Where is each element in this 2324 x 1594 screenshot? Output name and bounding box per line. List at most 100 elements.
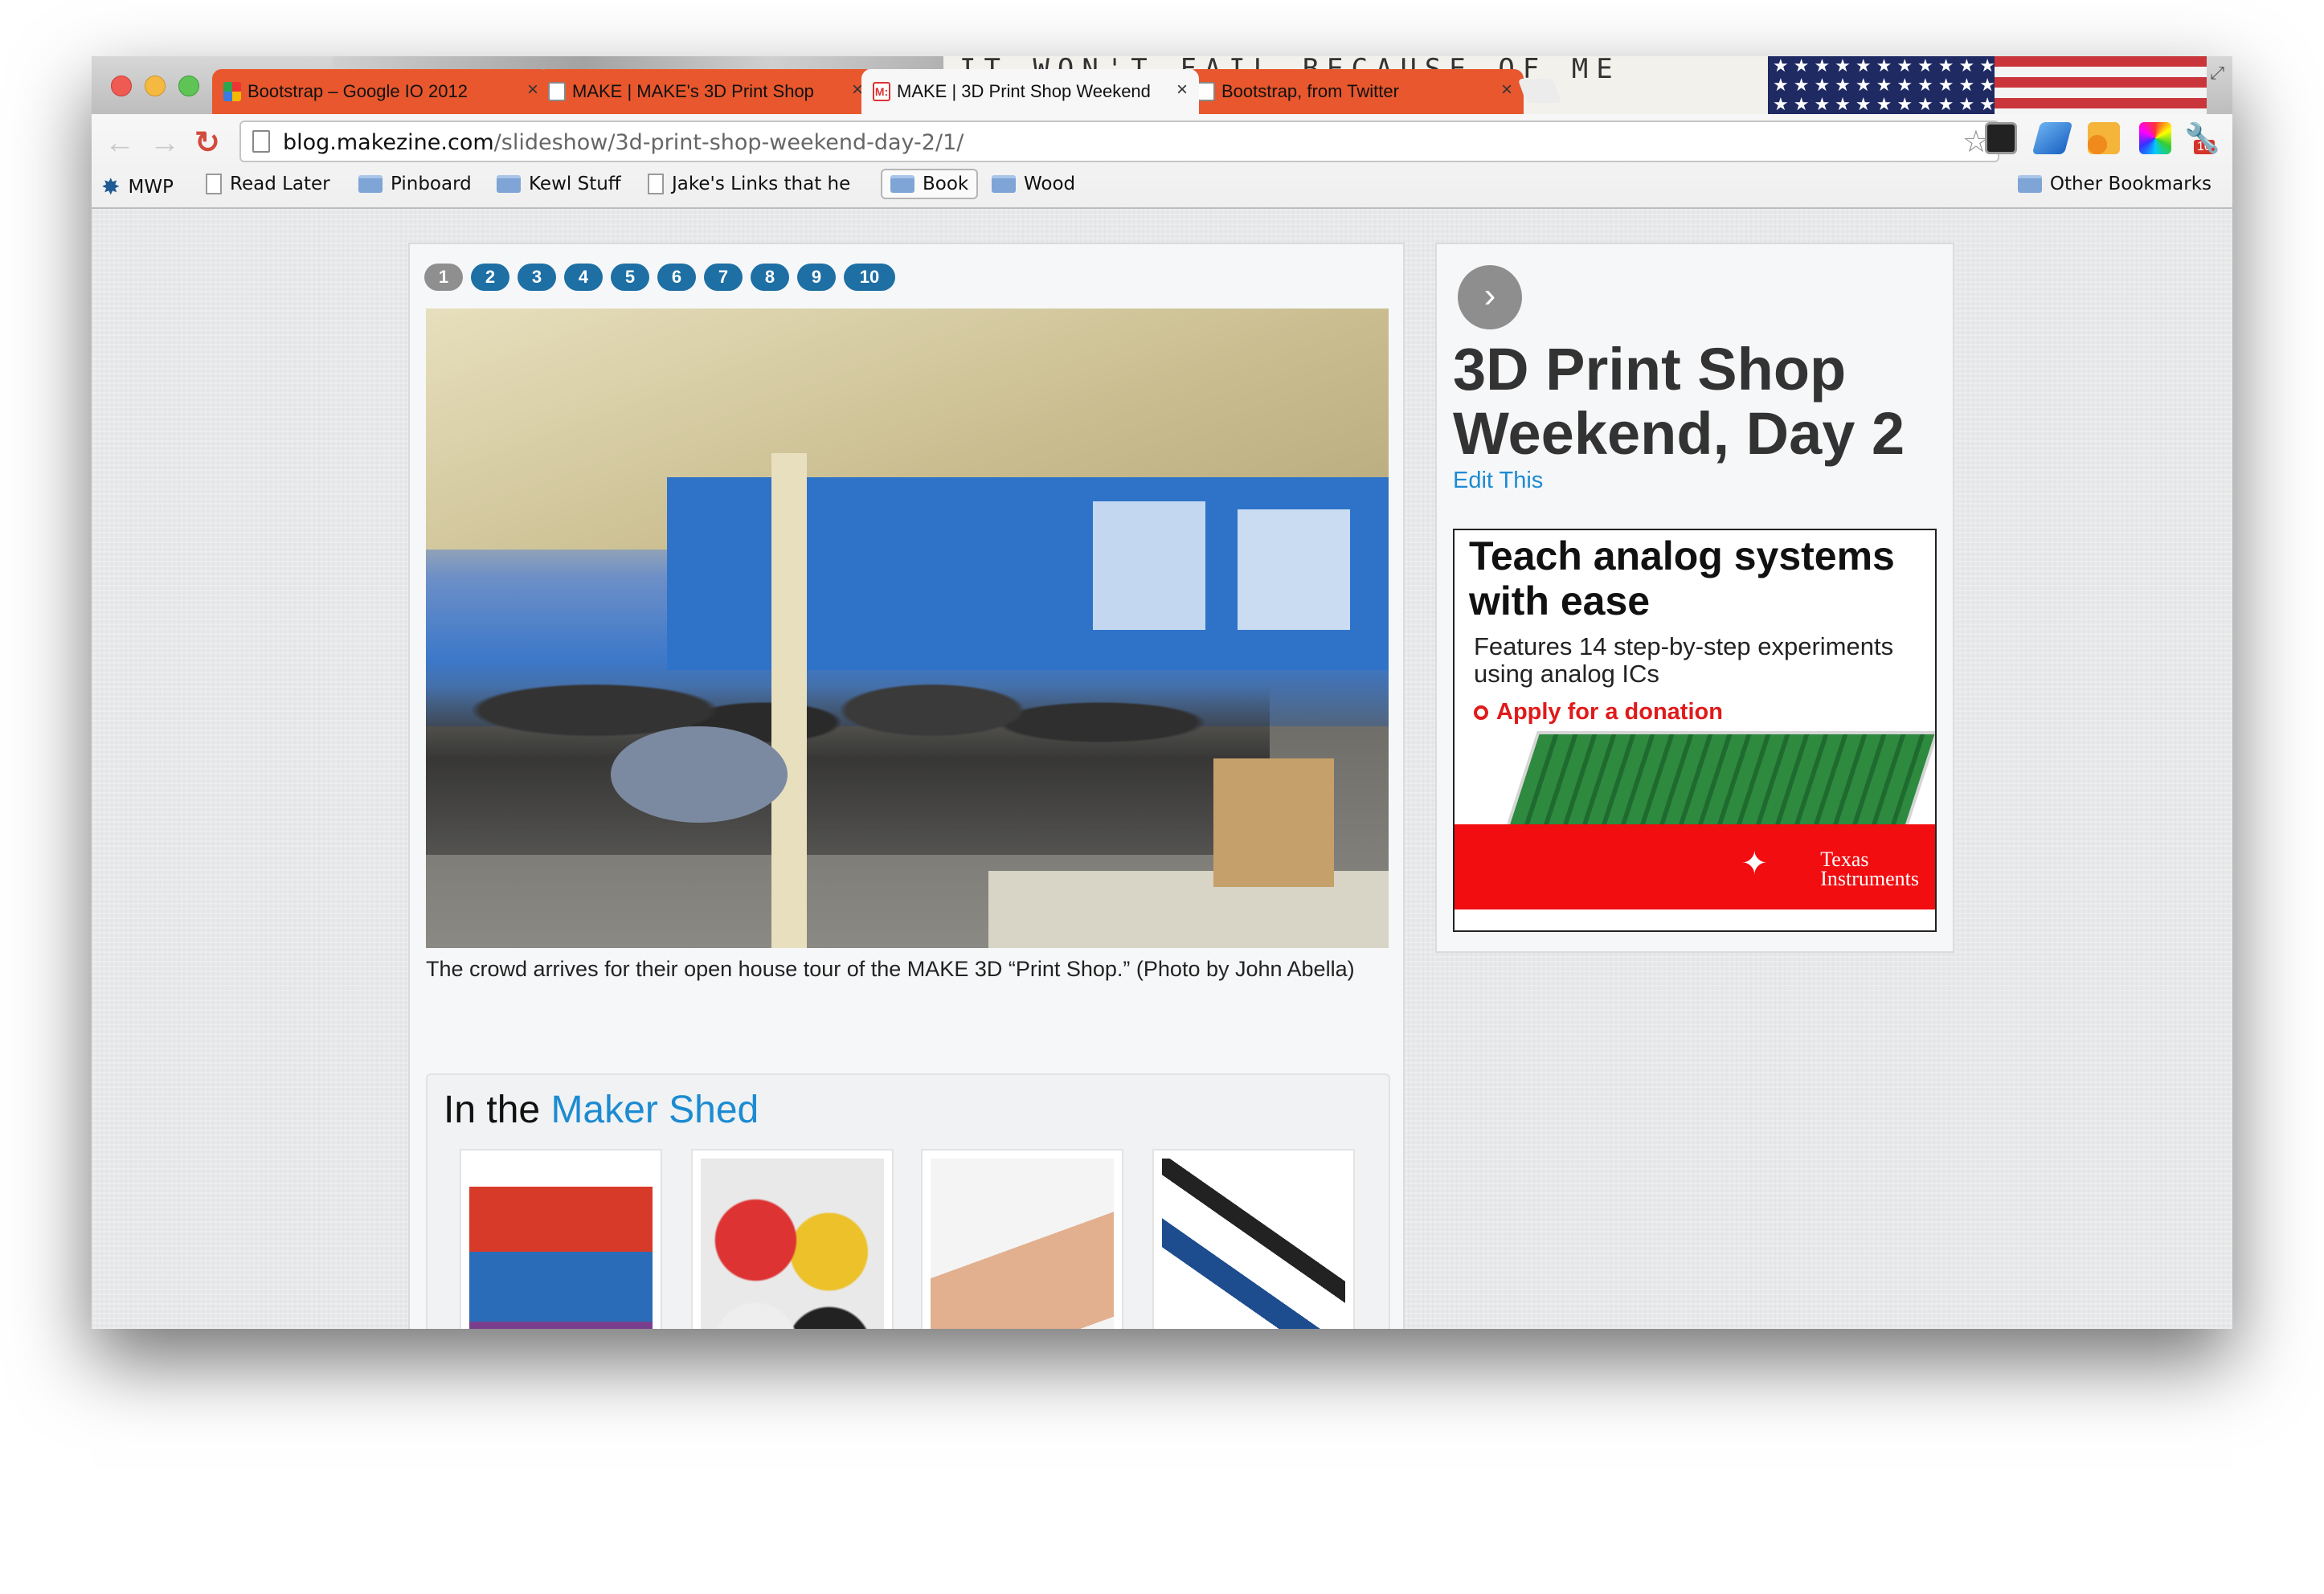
tab-title: Bootstrap – Google IO 2012 <box>248 81 468 101</box>
mwp-icon: ✸ <box>101 174 121 200</box>
edit-this-link[interactable]: Edit This <box>1453 468 1543 494</box>
page-button-5[interactable]: 5 <box>611 264 649 291</box>
folder-icon <box>497 175 521 193</box>
page-button-4[interactable]: 4 <box>564 264 603 291</box>
bookmark-label: Kewl Stuff <box>529 174 621 194</box>
bookmark-pinboard[interactable]: Pinboard <box>358 174 472 194</box>
product-image-pen-kit <box>1162 1159 1345 1329</box>
titlebar-theme-flag: ★★★★★★★★★★★★ ★★★★★★★★★★★★ ★★★★★★★★★★★★ <box>1768 56 2207 114</box>
maker-shed-box: In the Maker Shed <box>426 1073 1390 1329</box>
bookmark-book[interactable]: Book <box>881 169 979 199</box>
bookmark-label: Wood <box>1024 174 1076 194</box>
brand-line-2: Instruments <box>1820 867 1919 890</box>
title-bar: IT WON'T FAIL BECAUSE OF ME ★★★★★★★★★★★★… <box>92 56 2232 114</box>
extension-window-icon[interactable] <box>2031 122 2073 154</box>
bookmark-label: Jake's Links that he <box>672 174 851 194</box>
page-button-3[interactable]: 3 <box>518 264 556 291</box>
next-arrow-icon: › <box>1483 276 1496 315</box>
photo-caption: The crowd arrives for their open house t… <box>426 957 1355 981</box>
browser-window: IT WON'T FAIL BECAUSE OF ME ★★★★★★★★★★★★… <box>92 56 2232 1329</box>
browser-toolbar: ← → ↻ blog.makezine.com/slideshow/3d-pri… <box>92 114 2232 209</box>
bookmark-wood[interactable]: Wood <box>992 174 1075 194</box>
slide-pager: 1 2 3 4 5 6 7 8 9 10 <box>424 264 895 291</box>
url-domain: blog.makezine.com <box>283 130 494 155</box>
bookmark-label: Other Bookmarks <box>2049 174 2211 194</box>
slideshow-column: 1 2 3 4 5 6 7 8 9 10 The crowd arrives f… <box>408 243 1405 1329</box>
tab-bootstrap-io[interactable]: Bootstrap – Google IO 2012 × <box>212 69 550 114</box>
product-card[interactable] <box>691 1149 894 1329</box>
product-card[interactable] <box>1152 1149 1355 1329</box>
photo-sun-hat <box>611 726 788 823</box>
page-button-9[interactable]: 9 <box>797 264 836 291</box>
slide-photo[interactable] <box>426 309 1389 948</box>
tab-make-3d-print-shop-weekend[interactable]: M: MAKE | 3D Print Shop Weekend × <box>861 69 1199 114</box>
flag-stars: ★★★★★★★★★★★★ ★★★★★★★★★★★★ ★★★★★★★★★★★★ <box>1768 56 1995 114</box>
tab-bootstrap-twitter[interactable]: Bootstrap, from Twitter × <box>1186 69 1524 114</box>
maker-shed-heading: In the Maker Shed <box>444 1088 759 1132</box>
close-tab-icon[interactable]: × <box>1176 79 1188 101</box>
close-tab-icon[interactable]: × <box>1501 79 1512 101</box>
address-bar[interactable]: blog.makezine.com/slideshow/3d-print-sho… <box>239 121 1999 162</box>
tab-title: Bootstrap, from Twitter <box>1221 81 1399 101</box>
fullscreen-icon[interactable]: ⤢ <box>2210 63 2224 84</box>
product-image-magazine <box>469 1159 653 1329</box>
page-button-1[interactable]: 1 <box>424 264 463 291</box>
back-icon[interactable]: ← <box>104 127 135 159</box>
page-viewport: 1 2 3 4 5 6 7 8 9 10 The crowd arrives f… <box>92 209 2232 1329</box>
photo-window <box>1093 501 1205 630</box>
rss-extension-icon[interactable] <box>2088 122 2120 154</box>
bookmark-label: Pinboard <box>391 174 472 194</box>
folder-icon <box>890 175 914 193</box>
ad-apply-link[interactable]: Apply for a donation <box>1474 699 1723 725</box>
heading-prefix: In the <box>444 1089 541 1131</box>
page-button-10[interactable]: 10 <box>844 264 895 291</box>
photo-pillar <box>771 453 807 948</box>
sidebar-column: › 3D Print Shop Weekend, Day 2 Edit This… <box>1435 243 1954 953</box>
ad-body-text: Features 14 step-by-step experiments usi… <box>1474 632 1894 688</box>
advertisement-banner[interactable]: Teach analog systems with ease Features … <box>1453 529 1937 932</box>
window-controls <box>111 76 199 96</box>
document-icon <box>548 82 566 101</box>
next-slide-button[interactable]: › <box>1458 265 1522 329</box>
bookmarks-bar: ✸ MWP Read Later Pinboard Kewl Stuff Jake… <box>92 167 2232 206</box>
bookmark-label: Read Later <box>230 174 330 194</box>
tab-make-3d-print-shop[interactable]: MAKE | MAKE's 3D Print Shop × <box>537 69 874 114</box>
product-card[interactable] <box>460 1149 662 1329</box>
circle-arrow-icon <box>1474 705 1488 720</box>
page-button-8[interactable]: 8 <box>751 264 789 291</box>
zoom-window-button[interactable] <box>178 76 199 96</box>
bookmark-kewl-stuff[interactable]: Kewl Stuff <box>497 174 621 194</box>
folder-icon <box>2017 175 2042 193</box>
google-favicon-icon <box>223 82 241 101</box>
color-picker-extension-icon[interactable] <box>2139 122 2171 154</box>
ad-brand-logo: Texas Instruments <box>1820 849 1919 890</box>
bookmark-mwp[interactable]: ✸ MWP <box>101 174 174 200</box>
page-button-7[interactable]: 7 <box>704 264 743 291</box>
page-icon <box>252 130 270 153</box>
page-button-2[interactable]: 2 <box>471 264 509 291</box>
close-window-button[interactable] <box>111 76 132 96</box>
document-icon <box>648 174 664 194</box>
folder-icon <box>992 175 1016 193</box>
photo-paper-bags <box>1213 758 1334 887</box>
url-path: /slideshow/3d-print-shop-weekend-day-2/1… <box>493 130 964 155</box>
tab-title: MAKE | 3D Print Shop Weekend <box>897 81 1151 101</box>
product-image-tool-in-hand <box>931 1159 1114 1329</box>
reload-icon[interactable]: ↻ <box>194 127 220 159</box>
url-text[interactable]: blog.makezine.com/slideshow/3d-print-sho… <box>283 130 964 155</box>
forward-icon[interactable]: → <box>149 127 180 159</box>
minimize-window-button[interactable] <box>145 76 166 96</box>
ti-logo-icon: ✦ <box>1741 846 1768 881</box>
photo-crowd <box>426 614 1270 855</box>
make-favicon-icon: M: <box>873 82 890 101</box>
bookmark-label: MWP <box>128 176 174 198</box>
wrench-icon[interactable]: 🔧 <box>2184 122 2220 154</box>
bookmark-read-later[interactable]: Read Later <box>206 174 330 194</box>
extension-s-icon[interactable] <box>1985 122 2017 154</box>
other-bookmarks[interactable]: Other Bookmarks <box>2017 174 2211 194</box>
tab-title: MAKE | MAKE's 3D Print Shop <box>572 81 814 101</box>
product-card[interactable] <box>921 1149 1123 1329</box>
article-title: 3D Print Shop Weekend, Day 2 <box>1453 336 1905 467</box>
maker-shed-link[interactable]: Maker Shed <box>550 1089 759 1131</box>
page-button-6[interactable]: 6 <box>657 264 696 291</box>
